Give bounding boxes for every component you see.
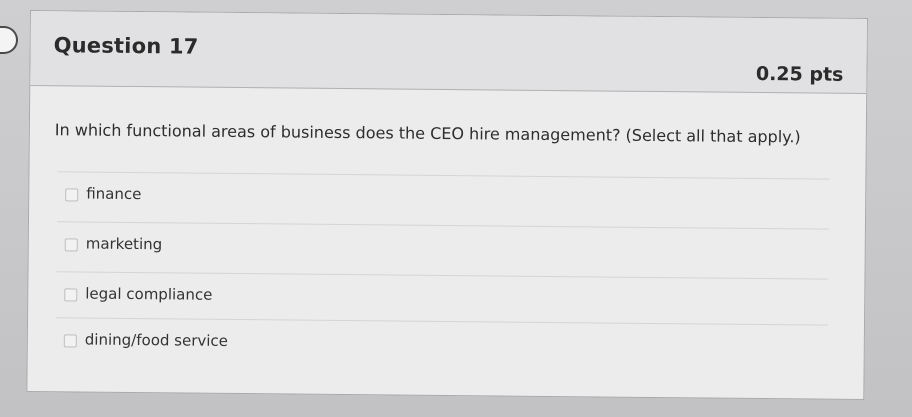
- answer-option-marketing[interactable]: marketing: [56, 221, 829, 278]
- answer-label[interactable]: marketing: [86, 235, 163, 254]
- question-card: Question 17 0.25 pts In which functional…: [26, 10, 868, 401]
- answer-label[interactable]: finance: [86, 185, 141, 204]
- answer-label[interactable]: legal compliance: [85, 285, 212, 304]
- answer-option-finance[interactable]: finance: [56, 171, 830, 228]
- answer-option-dining-food-service[interactable]: dining/food service: [55, 317, 829, 374]
- screen-background: Question 17 0.25 pts In which functional…: [0, 0, 912, 417]
- question-title: Question 17: [53, 33, 199, 59]
- answer-label[interactable]: dining/food service: [85, 331, 228, 350]
- answer-checkbox[interactable]: [65, 188, 79, 202]
- answer-checkbox[interactable]: [64, 238, 78, 252]
- question-header: Question 17 0.25 pts: [30, 11, 867, 95]
- question-points: 0.25 pts: [755, 62, 844, 86]
- answer-checkbox[interactable]: [63, 334, 77, 348]
- answer-checkbox[interactable]: [64, 288, 78, 302]
- question-prompt: In which functional areas of business do…: [54, 120, 801, 147]
- collapse-tab-icon[interactable]: [0, 26, 18, 54]
